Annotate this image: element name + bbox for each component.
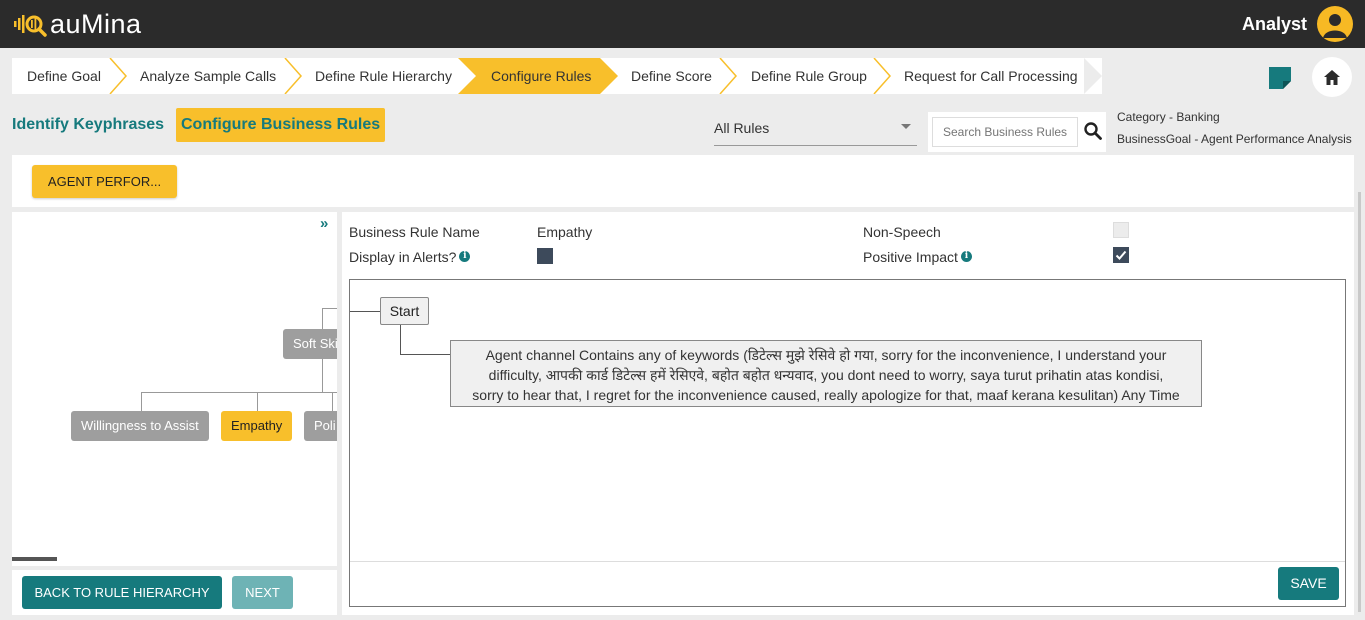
display-in-alerts-label: Display in Alerts? i bbox=[349, 249, 471, 265]
search-box bbox=[928, 112, 1106, 152]
checkmark-icon bbox=[1115, 250, 1127, 260]
chevron-right-icon bbox=[719, 58, 738, 94]
rules-filter-select[interactable]: All Rules bbox=[714, 114, 917, 146]
page-scrollbar[interactable] bbox=[1358, 192, 1361, 612]
flow-condition-node[interactable]: Agent channel Contains any of keywords (… bbox=[450, 340, 1202, 407]
rules-filter-value: All Rules bbox=[714, 120, 770, 136]
app-logo[interactable]: auMina bbox=[14, 8, 142, 40]
tree-node-empathy[interactable]: Empathy bbox=[221, 411, 293, 441]
step-analyze-sample-calls[interactable]: Analyze Sample Calls bbox=[140, 58, 276, 94]
tree-node-politeness[interactable]: Poli bbox=[304, 411, 337, 441]
step-request-call-processing[interactable]: Request for Call Processing bbox=[904, 58, 1078, 94]
step-define-score[interactable]: Define Score bbox=[631, 58, 712, 94]
goal-bar: AGENT PERFOR... bbox=[12, 155, 1354, 207]
canvas-footer-divider bbox=[350, 561, 1345, 562]
tree-node-soft-skills[interactable]: Soft Ski bbox=[283, 329, 337, 359]
info-icon[interactable]: i bbox=[459, 251, 471, 262]
step-define-rule-group[interactable]: Define Rule Group bbox=[751, 58, 867, 94]
condition-line: sorry to hear that, I regret for the inc… bbox=[472, 387, 1180, 403]
tree-node-willingness-to-assist[interactable]: Willingness to Assist bbox=[71, 411, 209, 441]
brand-name: auMina bbox=[50, 8, 142, 39]
tree-actions: BACK TO RULE HIERARCHY NEXT bbox=[12, 570, 337, 615]
sticky-note-icon[interactable] bbox=[1268, 66, 1292, 90]
home-button[interactable] bbox=[1312, 57, 1352, 97]
top-bar: auMina Analyst bbox=[0, 0, 1365, 48]
step-define-rule-hierarchy[interactable]: Define Rule Hierarchy bbox=[315, 58, 452, 94]
condition-line: difficulty, आपकी कार्ड डिटेल्स हमें रेसि… bbox=[488, 367, 1164, 383]
waveform-logo-icon bbox=[14, 15, 47, 37]
caret-down-icon bbox=[901, 124, 911, 129]
category-label: Category - Banking bbox=[1117, 110, 1220, 124]
display-in-alerts-checkbox[interactable] bbox=[537, 248, 553, 264]
condition-line: Agent channel Contains any of keywords (… bbox=[485, 347, 1167, 363]
step-configure-rules[interactable]: Configure Rules bbox=[491, 58, 591, 94]
search-business-rules-input[interactable] bbox=[932, 117, 1078, 147]
agent-performance-goal-button[interactable]: AGENT PERFOR... bbox=[32, 165, 177, 198]
business-rule-name-value: Empathy bbox=[537, 224, 593, 240]
non-speech-checkbox[interactable] bbox=[1113, 222, 1129, 238]
user-role: Analyst bbox=[1241, 13, 1307, 34]
chevron-right-icon bbox=[284, 58, 303, 94]
user-menu[interactable]: Analyst bbox=[1242, 6, 1353, 42]
stepper-end-cap bbox=[1084, 58, 1102, 94]
positive-impact-label: Positive Impact i bbox=[863, 249, 972, 265]
search-icon[interactable] bbox=[1084, 122, 1102, 140]
info-icon[interactable]: i bbox=[960, 251, 972, 262]
tab-configure-business-rules[interactable]: Configure Business Rules bbox=[176, 108, 386, 142]
chevron-right-icon bbox=[109, 58, 128, 94]
non-speech-label: Non-Speech bbox=[863, 224, 941, 240]
save-button[interactable]: SAVE bbox=[1278, 567, 1339, 600]
chevron-right-icon bbox=[873, 58, 892, 94]
tree-horizontal-scrollbar[interactable] bbox=[12, 557, 57, 561]
business-goal-label: BusinessGoal - Agent Performance Analysi… bbox=[1117, 132, 1352, 146]
expand-panel-icon[interactable]: » bbox=[320, 215, 328, 232]
next-button[interactable]: NEXT bbox=[232, 576, 293, 609]
rule-flow-canvas[interactable]: Start Agent channel Contains any of keyw… bbox=[349, 279, 1346, 607]
step-define-goal[interactable]: Define Goal bbox=[27, 58, 101, 94]
positive-impact-checkbox[interactable] bbox=[1113, 247, 1129, 263]
wizard-stepper: Define Goal Analyze Sample Calls Define … bbox=[12, 58, 1102, 94]
rule-editor: Business Rule Name Empathy Non-Speech Di… bbox=[342, 212, 1354, 615]
rule-hierarchy-tree: » Soft Ski Willingness to Assist Empathy… bbox=[12, 212, 337, 566]
flow-start-node[interactable]: Start bbox=[380, 297, 429, 325]
business-rule-name-label: Business Rule Name bbox=[349, 224, 480, 240]
user-avatar-icon[interactable] bbox=[1317, 6, 1353, 42]
tab-identify-keyphrases[interactable]: Identify Keyphrases bbox=[12, 116, 164, 134]
back-to-rule-hierarchy-button[interactable]: BACK TO RULE HIERARCHY bbox=[22, 576, 222, 609]
home-icon bbox=[1324, 69, 1340, 85]
